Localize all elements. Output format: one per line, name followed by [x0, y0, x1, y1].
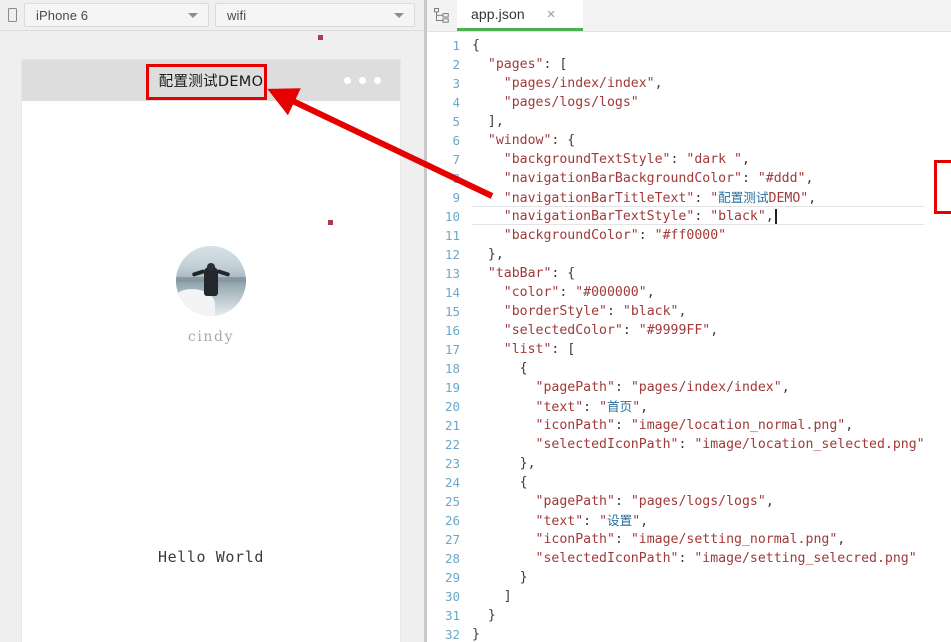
- line-number: 19: [426, 378, 460, 397]
- code-line: }: [472, 568, 528, 587]
- line-number: 12: [426, 245, 460, 264]
- line-number: 18: [426, 359, 460, 378]
- device-select-value: iPhone 6: [25, 8, 88, 23]
- network-select[interactable]: wifi: [215, 3, 415, 27]
- line-number: 7: [426, 150, 460, 169]
- marker-dot: [318, 35, 323, 40]
- code-line: "navigationBarTitleText": "配置测试DEMO",: [472, 188, 816, 207]
- line-number: 9: [426, 188, 460, 207]
- code-line: "backgroundTextStyle": "dark ",: [472, 150, 750, 169]
- line-number: 15: [426, 302, 460, 321]
- line-number: 16: [426, 321, 460, 340]
- line-number: 13: [426, 264, 460, 283]
- code-line: "selectedColor": "#9999FF",: [472, 321, 718, 340]
- code-line: "pages/logs/logs": [472, 93, 639, 112]
- marker-dot: [328, 220, 333, 225]
- line-number: 22: [426, 435, 460, 454]
- line-number: 31: [426, 606, 460, 625]
- capsule-dot-icon: [344, 77, 351, 84]
- line-number: 30: [426, 587, 460, 606]
- code-line: "navigationBarBackgroundColor": "#ddd",: [472, 169, 813, 188]
- code-line: "pages": [: [472, 55, 567, 74]
- close-icon[interactable]: ×: [547, 7, 556, 22]
- avatar: [176, 246, 246, 316]
- line-number: 24: [426, 473, 460, 492]
- line-number: 17: [426, 340, 460, 359]
- tab-app-json[interactable]: app.json ×: [457, 0, 583, 31]
- code-line: "iconPath": "image/setting_normal.png",: [472, 530, 845, 549]
- line-number: 8: [426, 169, 460, 188]
- line-number: 28: [426, 549, 460, 568]
- line-number: 2: [426, 55, 460, 74]
- code-line: "pages/index/index",: [472, 74, 663, 93]
- panel-divider[interactable]: [424, 0, 427, 642]
- code-editor[interactable]: 1234567891011121314151617181920212223242…: [426, 32, 951, 642]
- line-number: 26: [426, 511, 460, 530]
- phone-outline-icon: [0, 0, 24, 31]
- hello-world-text: Hello World: [22, 548, 400, 566]
- file-tree-icon[interactable]: [426, 0, 457, 31]
- code-line: }: [472, 606, 496, 625]
- code-line: "iconPath": "image/location_normal.png",: [472, 416, 853, 435]
- phone-navigation-bar: 配置测试DEMO: [22, 60, 400, 101]
- code-line: },: [472, 245, 504, 264]
- chevron-down-icon: [394, 13, 404, 18]
- line-number: 27: [426, 530, 460, 549]
- code-line: {: [472, 359, 528, 378]
- code-line: "window": {: [472, 131, 575, 150]
- code-line: "text": "首页",: [472, 397, 648, 416]
- code-line: ]: [472, 587, 512, 606]
- editor-panel: app.json × 12345678910111213141516171819…: [426, 0, 951, 642]
- phone-capsule-menu[interactable]: [344, 77, 381, 84]
- code-line: "tabBar": {: [472, 264, 575, 283]
- line-number: 21: [426, 416, 460, 435]
- phone-preview: 配置测试DEMO cindy: [22, 60, 400, 642]
- text-cursor: [775, 209, 777, 224]
- line-number: 25: [426, 492, 460, 511]
- user-name-label: cindy: [22, 329, 400, 345]
- code-line: "selectedIconPath": "image/location_sele…: [472, 435, 925, 454]
- chevron-down-icon: [188, 13, 198, 18]
- code-line: "text": "设置",: [472, 511, 648, 530]
- line-number: 20: [426, 397, 460, 416]
- line-number: 4: [426, 93, 460, 112]
- capsule-dot-icon: [359, 77, 366, 84]
- code-line: "selectedIconPath": "image/setting_selec…: [472, 549, 917, 568]
- phone-content: cindy Hello World: [22, 101, 400, 642]
- line-number: 32: [426, 625, 460, 642]
- code-line: ],: [472, 112, 504, 131]
- line-number: 5: [426, 112, 460, 131]
- line-number: 29: [426, 568, 460, 587]
- code-line: "backgroundColor": "#ff0000": [472, 226, 726, 245]
- simulator-toolbar: iPhone 6 wifi: [0, 0, 426, 31]
- line-number: 14: [426, 283, 460, 302]
- line-number: 10: [426, 207, 460, 226]
- capsule-dot-icon: [374, 77, 381, 84]
- network-select-value: wifi: [216, 8, 246, 23]
- code-line: "list": [: [472, 340, 575, 359]
- code-line: "pagePath": "pages/index/index",: [472, 378, 790, 397]
- code-line: {: [472, 36, 480, 55]
- line-number-gutter: 1234567891011121314151617181920212223242…: [426, 32, 468, 642]
- tab-label: app.json: [471, 6, 525, 22]
- code-line: "navigationBarTextStyle": "black",: [472, 207, 774, 226]
- code-line: "borderStyle": "black",: [472, 302, 686, 321]
- code-line: "color": "#000000",: [472, 283, 655, 302]
- code-line: {: [472, 473, 528, 492]
- code-line: }: [472, 625, 480, 642]
- code-line: "pagePath": "pages/logs/logs",: [472, 492, 774, 511]
- line-number: 6: [426, 131, 460, 150]
- device-select[interactable]: iPhone 6: [24, 3, 209, 27]
- code-line: },: [472, 454, 536, 473]
- wechat-devtools-window: iPhone 6 wifi 配置测试DEMO: [0, 0, 951, 642]
- line-number: 23: [426, 454, 460, 473]
- line-number: 1: [426, 36, 460, 55]
- phone-navbar-title: 配置测试DEMO: [159, 70, 264, 91]
- editor-tab-bar: app.json ×: [426, 0, 951, 32]
- simulator-panel: iPhone 6 wifi 配置测试DEMO: [0, 0, 426, 642]
- line-number: 11: [426, 226, 460, 245]
- line-number: 3: [426, 74, 460, 93]
